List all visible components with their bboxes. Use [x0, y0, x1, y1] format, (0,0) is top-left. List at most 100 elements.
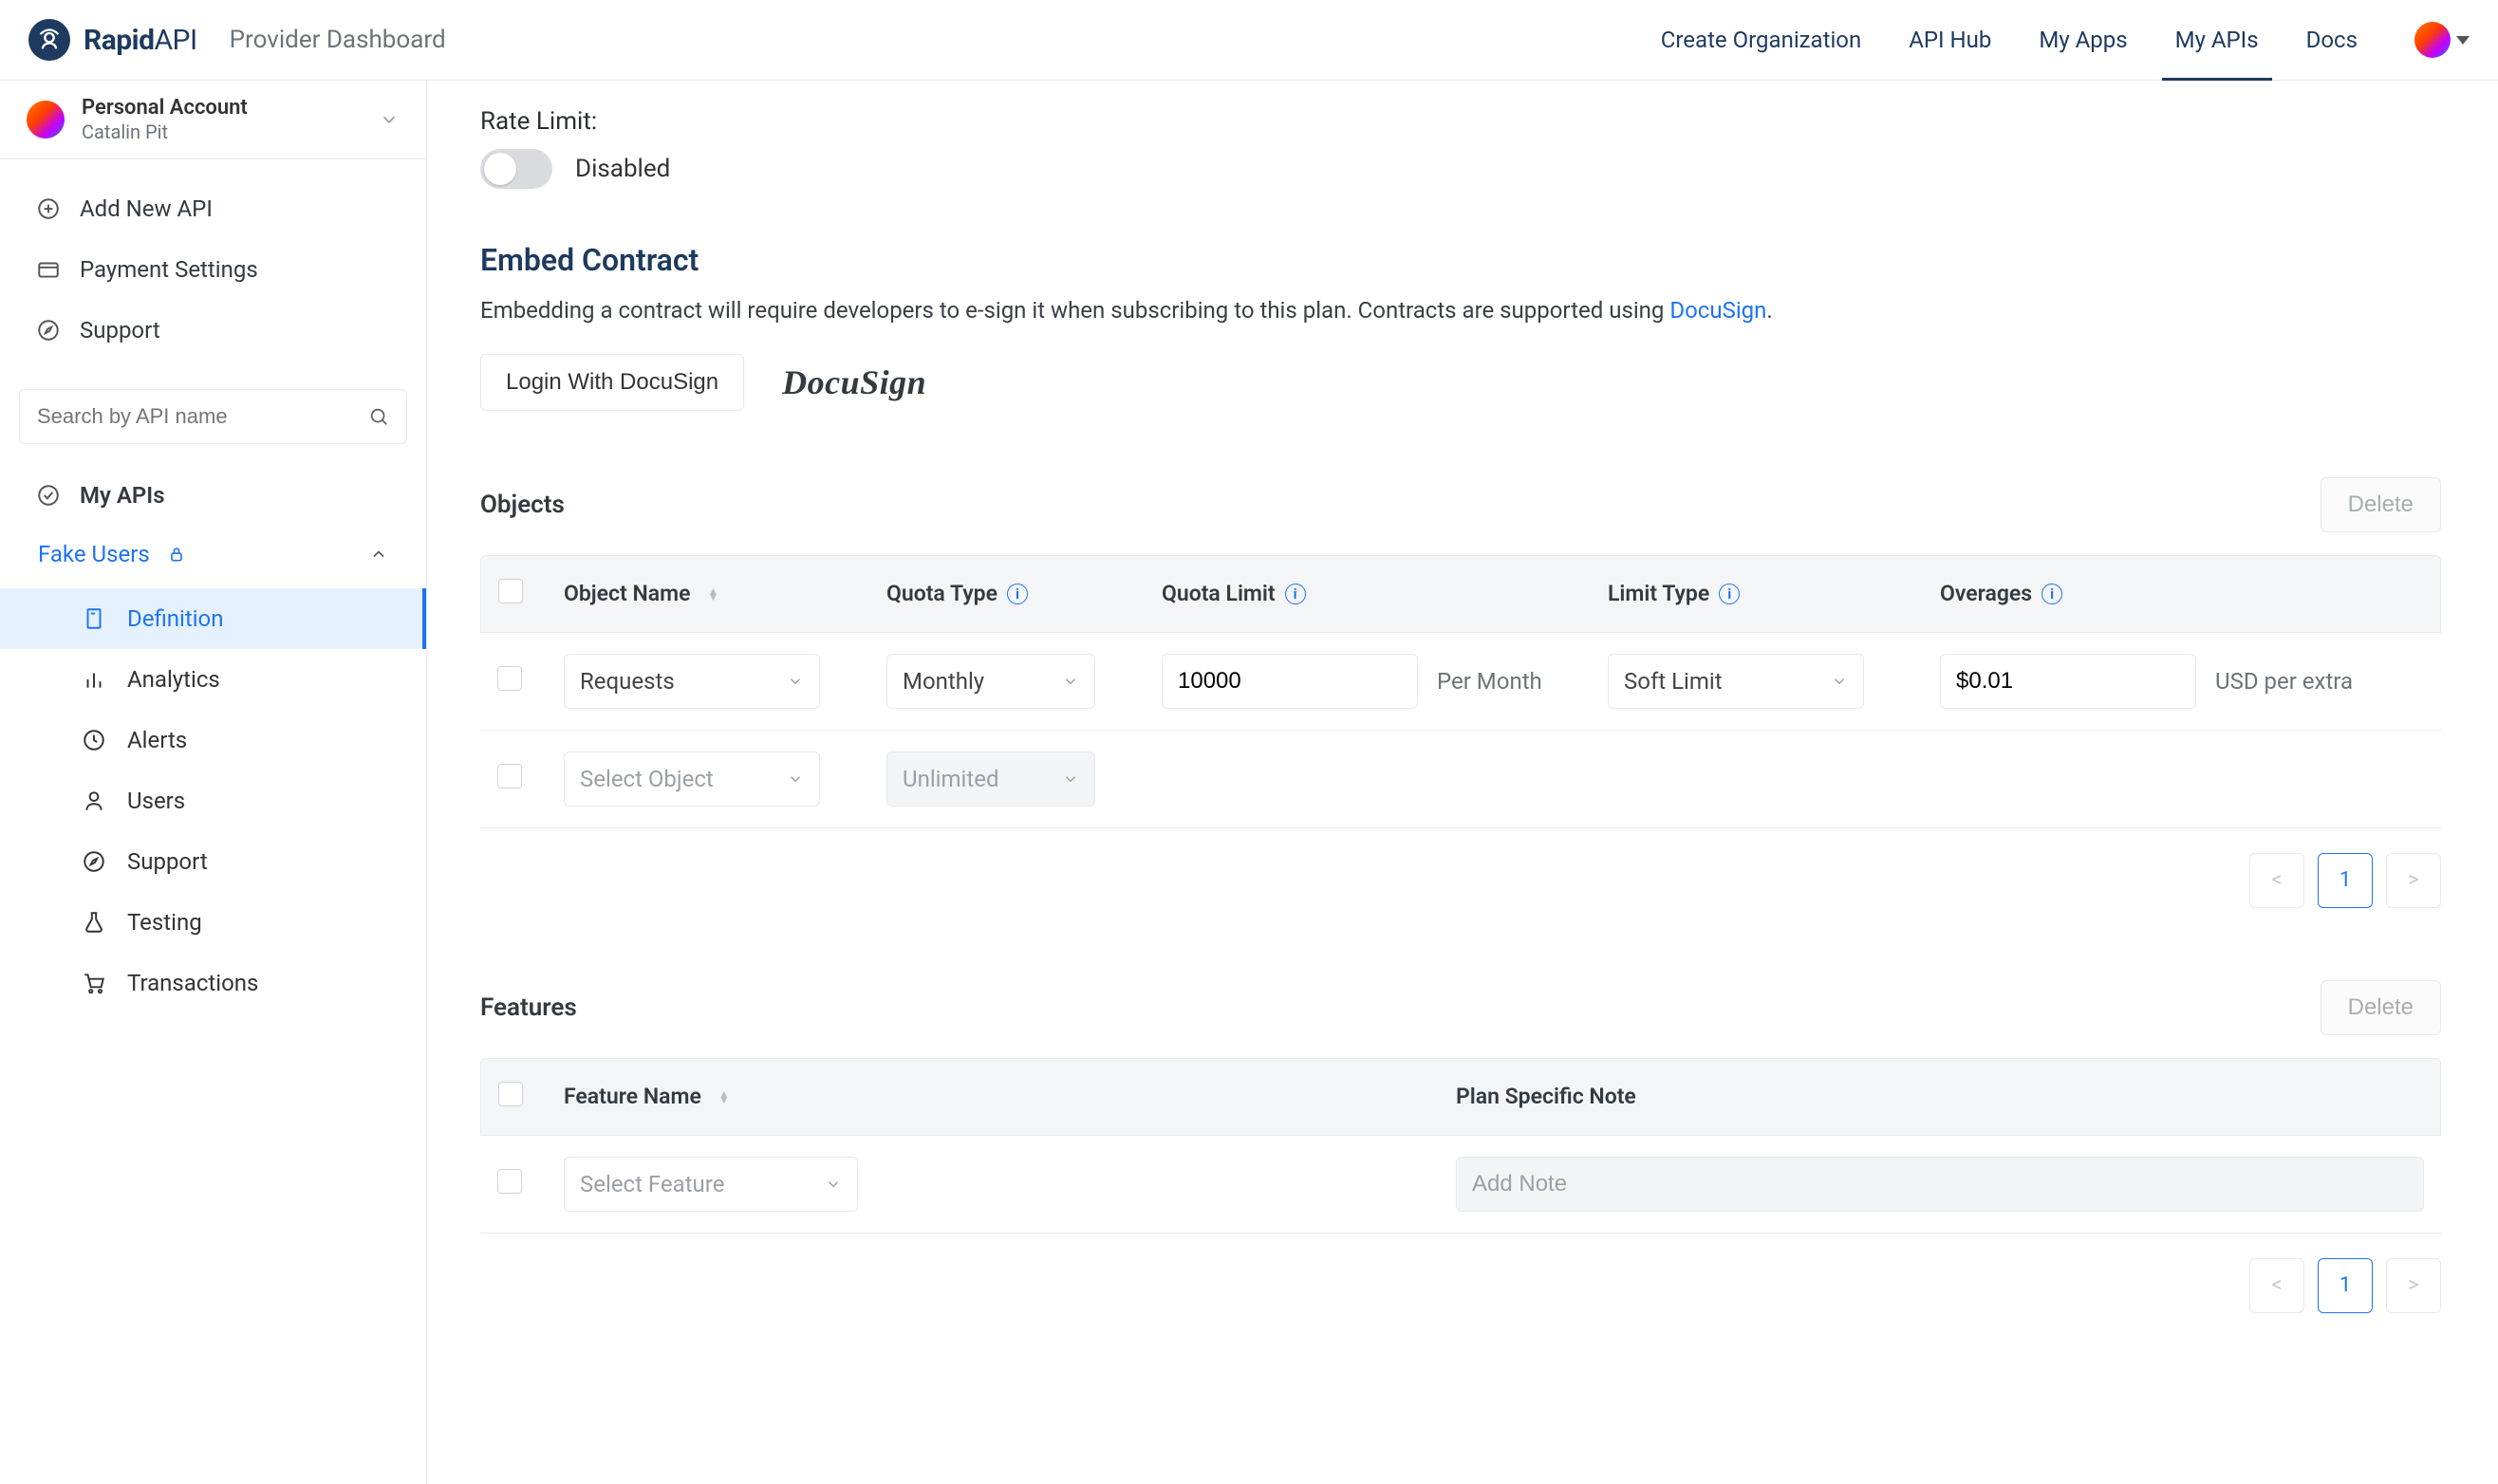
- caret-down-icon: [2456, 36, 2470, 45]
- info-icon[interactable]: i: [1285, 584, 1306, 604]
- select-all-checkbox[interactable]: [498, 579, 523, 603]
- nav-docs[interactable]: Docs: [2306, 0, 2358, 80]
- col-quota-type: Quota Type: [886, 581, 997, 606]
- tab-transactions[interactable]: Transactions: [0, 953, 426, 1013]
- sidebar-item-label: Definition: [127, 605, 224, 632]
- brand-logo-icon: [28, 19, 70, 61]
- sort-icon[interactable]: ▲▼: [707, 588, 718, 600]
- api-subnav: Definition Analytics Alerts Users Suppor…: [0, 583, 426, 1019]
- account-type: Personal Account: [82, 98, 248, 119]
- quota-unit-label: Per Month: [1437, 668, 1542, 695]
- row-checkbox[interactable]: [497, 666, 522, 691]
- sidebar-my-apis-header[interactable]: My APIs: [0, 465, 426, 526]
- search-button[interactable]: [350, 389, 407, 444]
- nav-api-hub[interactable]: API Hub: [1909, 0, 1991, 80]
- sidebar-payment-settings[interactable]: Payment Settings: [0, 239, 426, 300]
- objects-table: Object Name ▲▼ Quota Type i Quota Limit …: [480, 555, 2441, 828]
- row-checkbox[interactable]: [497, 764, 522, 788]
- object-name-select-placeholder[interactable]: Select Object: [564, 751, 820, 807]
- tab-users[interactable]: Users: [0, 770, 426, 831]
- row-checkbox[interactable]: [497, 1169, 522, 1194]
- avatar-icon: [27, 101, 65, 139]
- api-item-fake-users[interactable]: Fake Users: [0, 526, 426, 583]
- avatar-icon: [2414, 22, 2451, 58]
- flask-icon: [82, 910, 106, 935]
- quota-type-select-disabled: Unlimited: [886, 751, 1095, 807]
- account-switcher[interactable]: Personal Account Catalin Pit: [0, 81, 426, 159]
- sidebar-support[interactable]: Support: [0, 300, 426, 361]
- brand-name: RapidAPI: [84, 24, 197, 57]
- rate-limit-label: Rate Limit:: [480, 107, 2441, 136]
- tab-definition[interactable]: Definition: [0, 588, 426, 649]
- user-menu[interactable]: [2414, 22, 2470, 58]
- table-row: Select Feature: [480, 1136, 2441, 1234]
- pager-page-1[interactable]: 1: [2318, 853, 2373, 908]
- search-input[interactable]: [19, 389, 350, 444]
- main-content: Rate Limit: Disabled Embed Contract Embe…: [427, 81, 2498, 1484]
- features-delete-button[interactable]: Delete: [2321, 980, 2441, 1035]
- features-table: Feature Name ▲▼ Plan Specific Note Selec…: [480, 1058, 2441, 1234]
- table-row: Requests Monthly Per Month: [480, 633, 2441, 731]
- file-icon: [82, 606, 106, 631]
- login-docusign-button[interactable]: Login With DocuSign: [480, 354, 744, 411]
- chevron-down-icon: [379, 109, 400, 130]
- col-object-name[interactable]: Object Name: [564, 581, 690, 606]
- tab-testing[interactable]: Testing: [0, 892, 426, 953]
- tab-analytics[interactable]: Analytics: [0, 649, 426, 710]
- pager-next-button[interactable]: >: [2386, 853, 2441, 908]
- nav-my-apis[interactable]: My APIs: [2175, 0, 2259, 80]
- api-search: [0, 380, 426, 465]
- sidebar-item-label: Support: [127, 848, 208, 875]
- pager-prev-button[interactable]: <: [2249, 1258, 2304, 1313]
- limit-type-select[interactable]: Soft Limit: [1608, 654, 1864, 709]
- plan-note-input[interactable]: [1456, 1157, 2424, 1212]
- col-feature-name[interactable]: Feature Name: [564, 1084, 701, 1109]
- object-name-select[interactable]: Requests: [564, 654, 820, 709]
- sidebar-item-label: My APIs: [80, 482, 165, 509]
- info-icon[interactable]: i: [2041, 584, 2062, 604]
- table-header-row: Feature Name ▲▼ Plan Specific Note: [480, 1058, 2441, 1136]
- pager-prev-button[interactable]: <: [2249, 853, 2304, 908]
- info-icon[interactable]: i: [1007, 584, 1028, 604]
- compass-icon: [36, 318, 61, 343]
- tab-alerts[interactable]: Alerts: [0, 710, 426, 770]
- table-header-row: Object Name ▲▼ Quota Type i Quota Limit …: [480, 555, 2441, 633]
- api-name-label: Fake Users: [38, 541, 150, 567]
- table-row: Select Object Unlimited: [480, 731, 2441, 828]
- pager-page-1[interactable]: 1: [2318, 1258, 2373, 1313]
- sidebar-add-api[interactable]: Add New API: [0, 178, 426, 239]
- sidebar-item-label: Payment Settings: [80, 256, 258, 283]
- overage-unit-label: USD per extra: [2215, 668, 2353, 695]
- chevron-down-icon: [1062, 673, 1079, 690]
- user-icon: [82, 788, 106, 813]
- top-nav: Create Organization API Hub My Apps My A…: [1661, 0, 2470, 80]
- chevron-down-icon: [825, 1176, 842, 1193]
- tab-support-api[interactable]: Support: [0, 831, 426, 892]
- quota-type-select[interactable]: Monthly: [886, 654, 1095, 709]
- cart-icon: [82, 971, 106, 995]
- chevron-down-icon: [787, 770, 804, 788]
- features-pagination: < 1 >: [480, 1234, 2441, 1338]
- col-plan-note: Plan Specific Note: [1456, 1084, 1636, 1109]
- docusign-link[interactable]: DocuSign: [1669, 297, 1766, 324]
- feature-select[interactable]: Select Feature: [564, 1157, 858, 1212]
- select-all-checkbox[interactable]: [498, 1082, 523, 1106]
- sort-icon[interactable]: ▲▼: [718, 1091, 730, 1103]
- compass-icon: [82, 849, 106, 874]
- chevron-down-icon: [787, 673, 804, 690]
- info-icon[interactable]: i: [1719, 584, 1740, 604]
- nav-create-organization[interactable]: Create Organization: [1661, 0, 1861, 80]
- brand[interactable]: RapidAPI Provider Dashboard: [28, 19, 446, 61]
- quota-limit-input[interactable]: [1162, 654, 1418, 709]
- pager-next-button[interactable]: >: [2386, 1258, 2441, 1313]
- rate-limit-toggle[interactable]: [480, 149, 552, 189]
- docusign-logo-icon: DocuSign: [782, 362, 926, 402]
- credit-card-icon: [36, 257, 61, 282]
- overage-input[interactable]: [1940, 654, 2196, 709]
- clock-icon: [82, 728, 106, 752]
- nav-my-apps[interactable]: My Apps: [2039, 0, 2127, 80]
- objects-delete-button[interactable]: Delete: [2321, 477, 2441, 532]
- chevron-down-icon: [1831, 673, 1848, 690]
- objects-title: Objects: [480, 491, 565, 519]
- search-icon: [368, 406, 389, 427]
